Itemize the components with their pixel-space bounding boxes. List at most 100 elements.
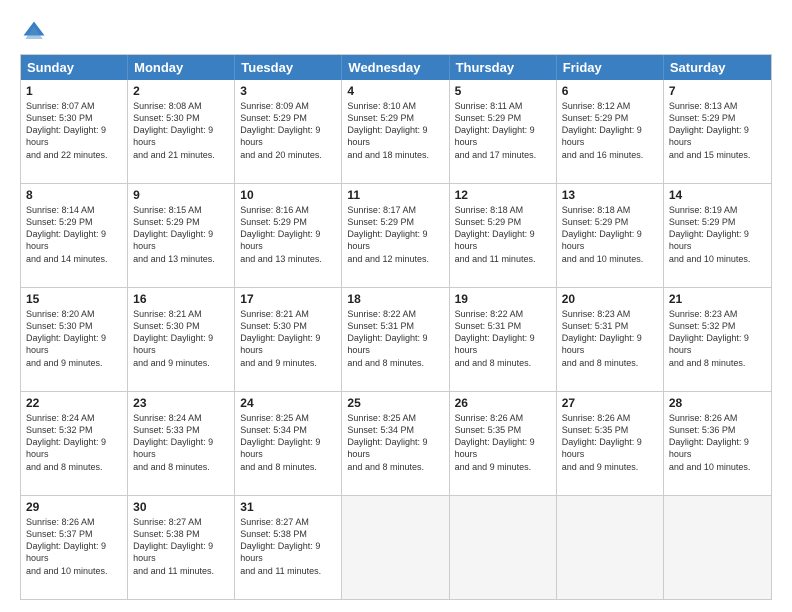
day-header-wednesday: Wednesday bbox=[342, 55, 449, 80]
daylight-label: Daylight: Daylight: 9 hours bbox=[240, 124, 336, 148]
sunset-text: Sunset: 5:31 PM bbox=[562, 320, 658, 332]
sunrise-text: Sunrise: 8:27 AM bbox=[133, 516, 229, 528]
sunset-text: Sunset: 5:31 PM bbox=[347, 320, 443, 332]
daylight-minutes: and and 9 minutes. bbox=[455, 461, 551, 473]
daylight-minutes: and and 22 minutes. bbox=[26, 149, 122, 161]
sunrise-text: Sunrise: 8:25 AM bbox=[240, 412, 336, 424]
sunrise-text: Sunrise: 8:16 AM bbox=[240, 204, 336, 216]
day-number: 10 bbox=[240, 188, 336, 202]
sunrise-text: Sunrise: 8:08 AM bbox=[133, 100, 229, 112]
sunset-text: Sunset: 5:31 PM bbox=[455, 320, 551, 332]
day-cell-15: 15Sunrise: 8:20 AMSunset: 5:30 PMDayligh… bbox=[21, 288, 128, 391]
sunset-text: Sunset: 5:34 PM bbox=[347, 424, 443, 436]
daylight-minutes: and and 8 minutes. bbox=[455, 357, 551, 369]
daylight-minutes: and and 11 minutes. bbox=[240, 565, 336, 577]
day-number: 24 bbox=[240, 396, 336, 410]
sunset-text: Sunset: 5:35 PM bbox=[562, 424, 658, 436]
day-cell-27: 27Sunrise: 8:26 AMSunset: 5:35 PMDayligh… bbox=[557, 392, 664, 495]
day-number: 13 bbox=[562, 188, 658, 202]
day-cell-4: 4Sunrise: 8:10 AMSunset: 5:29 PMDaylight… bbox=[342, 80, 449, 183]
daylight-label: Daylight: Daylight: 9 hours bbox=[133, 124, 229, 148]
daylight-label: Daylight: Daylight: 9 hours bbox=[455, 228, 551, 252]
daylight-label: Daylight: Daylight: 9 hours bbox=[133, 540, 229, 564]
week-row-4: 22Sunrise: 8:24 AMSunset: 5:32 PMDayligh… bbox=[21, 391, 771, 495]
daylight-minutes: and and 9 minutes. bbox=[562, 461, 658, 473]
daylight-minutes: and and 8 minutes. bbox=[562, 357, 658, 369]
day-number: 3 bbox=[240, 84, 336, 98]
day-cell-31: 31Sunrise: 8:27 AMSunset: 5:38 PMDayligh… bbox=[235, 496, 342, 599]
daylight-minutes: and and 16 minutes. bbox=[562, 149, 658, 161]
day-number: 28 bbox=[669, 396, 766, 410]
daylight-label: Daylight: Daylight: 9 hours bbox=[669, 332, 766, 356]
sunset-text: Sunset: 5:38 PM bbox=[240, 528, 336, 540]
sunset-text: Sunset: 5:34 PM bbox=[240, 424, 336, 436]
day-cell-21: 21Sunrise: 8:23 AMSunset: 5:32 PMDayligh… bbox=[664, 288, 771, 391]
daylight-label: Daylight: Daylight: 9 hours bbox=[455, 124, 551, 148]
daylight-label: Daylight: Daylight: 9 hours bbox=[26, 540, 122, 564]
header bbox=[20, 18, 772, 46]
sunrise-text: Sunrise: 8:23 AM bbox=[562, 308, 658, 320]
day-number: 29 bbox=[26, 500, 122, 514]
sunset-text: Sunset: 5:29 PM bbox=[133, 216, 229, 228]
week-row-3: 15Sunrise: 8:20 AMSunset: 5:30 PMDayligh… bbox=[21, 287, 771, 391]
daylight-minutes: and and 10 minutes. bbox=[669, 461, 766, 473]
daylight-label: Daylight: Daylight: 9 hours bbox=[26, 124, 122, 148]
sunset-text: Sunset: 5:32 PM bbox=[26, 424, 122, 436]
day-number: 4 bbox=[347, 84, 443, 98]
day-number: 27 bbox=[562, 396, 658, 410]
day-number: 20 bbox=[562, 292, 658, 306]
day-cell-30: 30Sunrise: 8:27 AMSunset: 5:38 PMDayligh… bbox=[128, 496, 235, 599]
daylight-minutes: and and 21 minutes. bbox=[133, 149, 229, 161]
sunset-text: Sunset: 5:29 PM bbox=[669, 216, 766, 228]
daylight-minutes: and and 9 minutes. bbox=[26, 357, 122, 369]
calendar-body: 1Sunrise: 8:07 AMSunset: 5:30 PMDaylight… bbox=[21, 80, 771, 599]
sunrise-text: Sunrise: 8:23 AM bbox=[669, 308, 766, 320]
daylight-minutes: and and 10 minutes. bbox=[669, 253, 766, 265]
empty-cell bbox=[664, 496, 771, 599]
empty-cell bbox=[342, 496, 449, 599]
calendar: SundayMondayTuesdayWednesdayThursdayFrid… bbox=[20, 54, 772, 600]
sunset-text: Sunset: 5:29 PM bbox=[240, 112, 336, 124]
day-header-sunday: Sunday bbox=[21, 55, 128, 80]
daylight-minutes: and and 17 minutes. bbox=[455, 149, 551, 161]
sunset-text: Sunset: 5:29 PM bbox=[26, 216, 122, 228]
sunrise-text: Sunrise: 8:24 AM bbox=[133, 412, 229, 424]
daylight-minutes: and and 10 minutes. bbox=[562, 253, 658, 265]
sunset-text: Sunset: 5:29 PM bbox=[455, 216, 551, 228]
day-number: 25 bbox=[347, 396, 443, 410]
day-number: 11 bbox=[347, 188, 443, 202]
sunrise-text: Sunrise: 8:18 AM bbox=[455, 204, 551, 216]
day-number: 2 bbox=[133, 84, 229, 98]
daylight-minutes: and and 10 minutes. bbox=[26, 565, 122, 577]
daylight-label: Daylight: Daylight: 9 hours bbox=[669, 228, 766, 252]
sunrise-text: Sunrise: 8:26 AM bbox=[562, 412, 658, 424]
sunrise-text: Sunrise: 8:10 AM bbox=[347, 100, 443, 112]
daylight-minutes: and and 13 minutes. bbox=[133, 253, 229, 265]
sunrise-text: Sunrise: 8:26 AM bbox=[26, 516, 122, 528]
daylight-label: Daylight: Daylight: 9 hours bbox=[133, 436, 229, 460]
daylight-label: Daylight: Daylight: 9 hours bbox=[240, 228, 336, 252]
daylight-minutes: and and 15 minutes. bbox=[669, 149, 766, 161]
day-number: 23 bbox=[133, 396, 229, 410]
daylight-minutes: and and 11 minutes. bbox=[455, 253, 551, 265]
daylight-label: Daylight: Daylight: 9 hours bbox=[562, 332, 658, 356]
sunset-text: Sunset: 5:29 PM bbox=[240, 216, 336, 228]
sunrise-text: Sunrise: 8:22 AM bbox=[347, 308, 443, 320]
empty-cell bbox=[450, 496, 557, 599]
sunrise-text: Sunrise: 8:18 AM bbox=[562, 204, 658, 216]
empty-cell bbox=[557, 496, 664, 599]
daylight-label: Daylight: Daylight: 9 hours bbox=[26, 228, 122, 252]
day-cell-18: 18Sunrise: 8:22 AMSunset: 5:31 PMDayligh… bbox=[342, 288, 449, 391]
daylight-minutes: and and 13 minutes. bbox=[240, 253, 336, 265]
day-number: 9 bbox=[133, 188, 229, 202]
daylight-label: Daylight: Daylight: 9 hours bbox=[347, 436, 443, 460]
sunset-text: Sunset: 5:29 PM bbox=[455, 112, 551, 124]
daylight-label: Daylight: Daylight: 9 hours bbox=[240, 436, 336, 460]
daylight-label: Daylight: Daylight: 9 hours bbox=[240, 540, 336, 564]
daylight-label: Daylight: Daylight: 9 hours bbox=[455, 332, 551, 356]
daylight-minutes: and and 8 minutes. bbox=[26, 461, 122, 473]
day-cell-9: 9Sunrise: 8:15 AMSunset: 5:29 PMDaylight… bbox=[128, 184, 235, 287]
day-cell-10: 10 Sunrise: 8:16 AMSunset: 5:29 PMDayligh… bbox=[235, 184, 342, 287]
day-cell-1: 1Sunrise: 8:07 AMSunset: 5:30 PMDaylight… bbox=[21, 80, 128, 183]
day-number: 14 bbox=[669, 188, 766, 202]
